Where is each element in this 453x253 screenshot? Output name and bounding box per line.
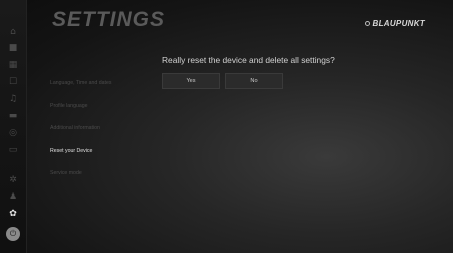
phone-icon[interactable]: ☐ [0, 74, 26, 90]
yes-button[interactable]: Yes [162, 73, 220, 89]
menu-item-reset-device[interactable]: Reset your Device [50, 146, 150, 157]
sidebar: ⌂ ■ ▦ ☐ ♫ ▬ ◎ ▭ ✲ ♟ ✿ ⏻ [0, 0, 27, 253]
grid-icon[interactable]: ▦ [0, 57, 26, 73]
brand-logo: BLAUPUNKT [364, 19, 425, 28]
reset-confirm-question: Really reset the device and delete all s… [162, 55, 335, 65]
navigation-icon[interactable]: ◎ [0, 125, 26, 141]
settings-screen: ⌂ ■ ▦ ☐ ♫ ▬ ◎ ▭ ✲ ♟ ✿ ⏻ SETTINGS BLAUPUN… [0, 0, 453, 253]
apps-icon[interactable]: ■ [0, 40, 26, 56]
settings-menu: Language, Time and dates Profile languag… [50, 78, 150, 191]
menu-item-additional-info[interactable]: Additional information [50, 123, 150, 134]
brand-mark-icon [364, 21, 370, 26]
home-icon[interactable]: ⌂ [0, 24, 26, 40]
menu-item-language-time[interactable]: Language, Time and dates [50, 78, 150, 89]
brand-name: BLAUPUNKT [372, 19, 425, 28]
active-settings-icon[interactable]: ✿ [0, 206, 26, 222]
settings-icon[interactable]: ✲ [0, 172, 26, 188]
media-icon[interactable]: ▭ [0, 142, 26, 158]
page-title: SETTINGS [52, 8, 166, 31]
no-button[interactable]: No [225, 73, 283, 89]
car-icon[interactable]: ▬ [0, 108, 26, 124]
person-icon[interactable]: ♟ [0, 189, 26, 205]
power-icon[interactable]: ⏻ [6, 227, 20, 241]
menu-item-profile-language[interactable]: Profile language [50, 101, 150, 112]
menu-item-service-mode[interactable]: Service mode [50, 168, 150, 179]
music-icon[interactable]: ♫ [0, 91, 26, 107]
